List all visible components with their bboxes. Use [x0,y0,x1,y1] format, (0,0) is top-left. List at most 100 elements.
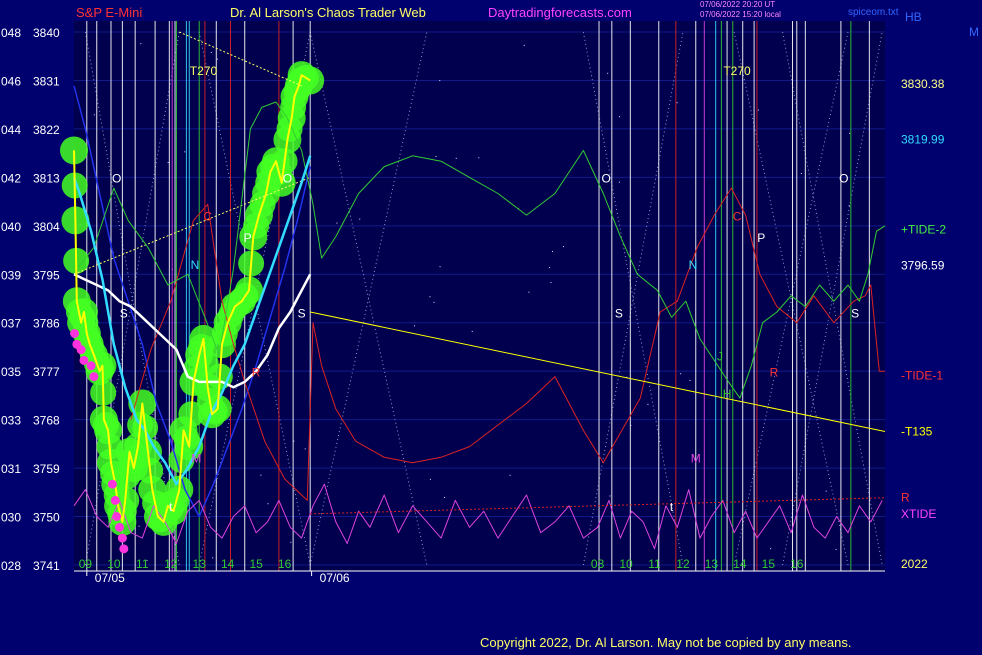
star [549,267,551,269]
magenta-dot [115,522,125,532]
x-tick-label: 15 [762,557,776,571]
annotation: S [851,306,859,320]
star [676,102,678,104]
date-label: 07/06 [320,571,350,585]
x-tick-label: 11 [136,557,149,571]
y-tick-label: 3831 [33,74,60,88]
y-tick-label: 3741 [33,559,60,573]
y-tick-left: 039 [1,268,21,282]
star [140,43,142,45]
star [267,503,269,505]
right-label: 3830.38 [901,77,945,91]
star [528,291,530,293]
annotation: M [691,452,701,466]
annotation: C [733,209,742,223]
magenta-dot [86,361,96,371]
y-tick-left: 044 [1,123,21,137]
y-tick-left: 040 [1,220,21,234]
star [93,114,95,116]
x-tick-label: 12 [164,557,178,571]
x-tick-label: 13 [193,557,207,571]
annotation: J [717,349,723,363]
time-local: 07/06/2022 15:20 local [700,10,781,19]
star [552,250,554,252]
date-label: 07/05 [95,571,125,585]
annotation: P [757,231,765,245]
star [435,155,437,157]
annotation: S [615,306,623,320]
star [429,478,431,480]
star [439,266,441,268]
chart-svg: T270 T270O O O OC CP PN NS S S SR RJHM Mt t 048 384004… [1,0,979,585]
star [607,72,609,74]
magenta-dot [79,355,89,365]
y-axis: 048 3840 046 3831 044 3822 042 3813 040 3804 039 37… [1,26,60,573]
star [216,58,218,60]
y-tick-left: 033 [1,414,21,428]
right-label: R [901,491,910,505]
x-tick-label: 13 [705,557,719,571]
star [471,330,473,332]
x-tick-label: 10 [107,557,121,571]
y-tick-label: 3795 [33,268,60,282]
right-label: -TIDE-1 [901,368,943,382]
star [849,132,851,134]
star [444,496,446,498]
magenta-dot [70,328,80,338]
x-tick-label: 15 [249,557,263,571]
star [647,403,649,405]
magenta-dot [117,533,127,543]
magenta-dot [89,372,99,382]
y-tick-left: 042 [1,171,21,185]
star [618,116,620,118]
annotation: H [723,387,732,401]
plot-area [74,21,885,571]
x-tick-label: 11 [648,557,661,571]
annotation: S [120,306,128,320]
y-tick-left: 030 [1,511,21,525]
chart: T270 T270 O O O O C C P P N N S S S S R R J H M Mt t 048 3840 04… [0,0,982,650]
star [523,44,525,46]
magenta-dot [119,544,129,554]
annotation: S [298,306,306,320]
y-tick-label: 3804 [33,220,60,234]
star [433,301,435,303]
right-label: +TIDE-2 [901,223,946,237]
star [848,205,850,207]
x-tick-label: 14 [733,557,747,571]
annotation: T270 [190,64,218,78]
star [550,282,552,284]
x-tick-label: 14 [221,557,235,571]
magenta-dot [110,495,120,505]
x-tick-label: 12 [676,557,690,571]
magenta-dot [76,345,86,355]
star [429,296,431,298]
star [825,490,827,492]
star [290,541,292,543]
y-tick-label: 3813 [33,171,60,185]
x-tick-label: 16 [790,557,804,571]
right-label: XTIDE [901,507,936,521]
right-label: 3796.59 [901,259,945,273]
star [618,181,620,183]
y-tick-label: 3786 [33,317,60,331]
star [439,80,441,82]
annotation: O [601,172,610,186]
site2-label: spiceom.txt [848,7,899,18]
y-tick-label: 3777 [33,365,60,379]
y-tick-left: 028 [1,559,21,573]
y-tick-left: 046 [1,74,21,88]
star [835,548,837,550]
x-tick-label: 09 [79,557,93,571]
star [563,246,565,248]
star [757,109,759,111]
star [689,379,691,381]
star [414,325,416,327]
magenta-dot [112,512,122,522]
magenta-dot [107,479,117,489]
right-labels: 3830.38 3819.99 +TIDE-2 3796.59 -TIDE-1 -T135… [901,77,946,571]
star [304,448,306,450]
y-tick-left: 048 [1,26,21,40]
annotation: R [252,366,261,380]
annotation: T270 [723,64,751,78]
